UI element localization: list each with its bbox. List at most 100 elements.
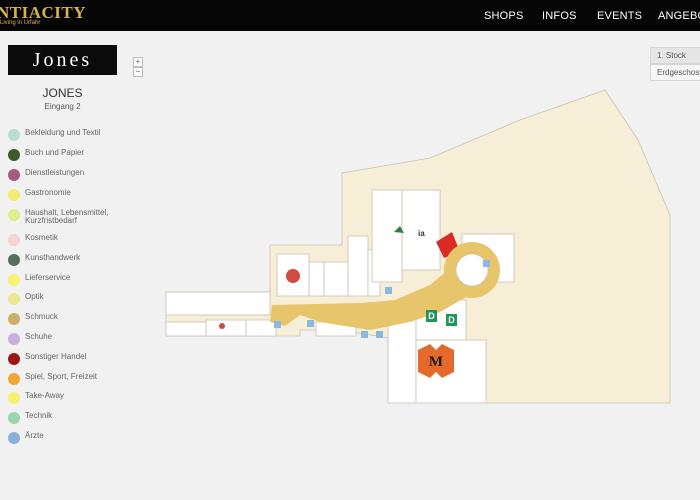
nav-angebote[interactable]: ANGEBOTE xyxy=(658,10,700,22)
mall-logo[interactable]: NTIACITY Living in Urfahr xyxy=(0,2,86,30)
legend-label: Bekleidung und Textil xyxy=(25,128,101,137)
legend-label: Ärzte xyxy=(25,431,44,440)
shop-unit[interactable] xyxy=(387,309,417,404)
store-d-label: D xyxy=(448,315,455,325)
floor-plan-map[interactable]: D D M ia xyxy=(0,0,700,500)
zoom-out-button[interactable]: − xyxy=(133,67,143,77)
shop-unit[interactable] xyxy=(205,319,247,337)
legend-item[interactable]: Gastronomie xyxy=(8,188,123,202)
shop-unit[interactable] xyxy=(315,321,357,337)
legend-label: Kosmetik xyxy=(25,233,58,242)
legend-label: Spiel, Sport, Freizeit xyxy=(25,372,98,381)
shop-unit[interactable] xyxy=(415,339,487,404)
shop-logo-icon xyxy=(394,226,404,233)
legend-swatch xyxy=(8,169,20,181)
store-d-label: D xyxy=(428,311,435,321)
legend-swatch xyxy=(8,254,20,266)
legend-swatch xyxy=(8,353,20,365)
shop-unit[interactable] xyxy=(165,321,207,337)
legend-swatch xyxy=(8,432,20,444)
legend-item[interactable]: Buch und Papier xyxy=(8,148,123,162)
legend-swatch xyxy=(8,373,20,385)
legend-item[interactable]: Technik xyxy=(8,411,123,425)
highlighted-shop-jones[interactable] xyxy=(436,232,460,258)
top-nav-bar: NTIACITY Living in Urfahr SHOPS INFOS EV… xyxy=(0,0,700,31)
info-icon[interactable] xyxy=(385,287,392,294)
legend-item[interactable]: Spiel, Sport, Freizeit xyxy=(8,372,123,386)
legend-item[interactable]: Kunsthandwerk xyxy=(8,253,123,267)
shop-name-label: ia xyxy=(418,229,425,238)
legend-swatch xyxy=(8,209,20,221)
shop-unit[interactable] xyxy=(308,261,325,297)
legend-item[interactable]: Optik xyxy=(8,292,123,306)
shop-unit[interactable] xyxy=(371,189,403,283)
legend-swatch xyxy=(8,274,20,286)
legend-label: Schuhe xyxy=(25,332,53,341)
shop-entrance: Eingang 2 xyxy=(44,102,81,111)
shop-logo-text: Jones xyxy=(32,48,93,71)
nav-shops[interactable]: SHOPS xyxy=(484,10,524,22)
legend-item[interactable]: Sonstiger Handel xyxy=(8,352,123,366)
legend-label: Technik xyxy=(25,411,53,420)
floor-button-ground[interactable]: Erdgeschoss xyxy=(650,64,700,81)
shop-unit[interactable] xyxy=(347,235,369,297)
legend-swatch xyxy=(8,392,20,404)
legend-item[interactable]: Dienstleistungen xyxy=(8,168,123,182)
shop-logo: Jones xyxy=(8,45,117,75)
info-icon[interactable] xyxy=(274,321,281,328)
legend-label: Take-Away xyxy=(25,391,64,400)
legend-label: Sonstiger Handel xyxy=(25,352,87,361)
legend-swatch xyxy=(8,234,20,246)
shop-unit[interactable] xyxy=(276,253,310,297)
legend-label: Haushalt, Lebensmittel, Kurzfristbedarf xyxy=(25,208,109,225)
legend-label: Lieferservice xyxy=(25,273,71,282)
walkway-rotunda xyxy=(444,242,500,298)
walkway xyxy=(270,270,468,330)
legend-label: Kunsthandwerk xyxy=(25,253,81,262)
legend-label: Gastronomie xyxy=(25,188,71,197)
shop-unit[interactable] xyxy=(245,319,277,337)
info-icon[interactable] xyxy=(376,331,383,338)
legend-label: Schmuck xyxy=(25,312,58,321)
legend-item[interactable]: Ärzte xyxy=(8,431,123,445)
legend-swatch xyxy=(8,129,20,141)
shop-unit[interactable] xyxy=(401,189,441,271)
shop-unit[interactable] xyxy=(461,233,515,283)
legend-item[interactable]: Haushalt, Lebensmittel, Kurzfristbedarf xyxy=(8,208,123,230)
store-m-label: M xyxy=(429,354,443,370)
legend-swatch xyxy=(8,412,20,424)
legend-item[interactable]: Bekleidung und Textil xyxy=(8,128,123,142)
info-icon[interactable] xyxy=(483,260,490,267)
nav-events[interactable]: EVENTS xyxy=(597,10,642,22)
shop-logo-icon xyxy=(286,269,300,283)
shop-unit[interactable] xyxy=(415,299,467,341)
shop-unit[interactable] xyxy=(323,261,349,297)
legend-swatch xyxy=(8,149,20,161)
shop-logo-icon xyxy=(219,323,225,329)
legend-item[interactable]: Take-Away xyxy=(8,391,123,405)
legend-swatch xyxy=(8,293,20,305)
store-d-marker[interactable] xyxy=(426,310,437,322)
legend-swatch xyxy=(8,333,20,345)
legend-swatch xyxy=(8,189,20,201)
legend-item[interactable]: Kosmetik xyxy=(8,233,123,247)
floor-button-1st[interactable]: 1. Stock xyxy=(650,47,700,64)
legend-item[interactable]: Schmuck xyxy=(8,312,123,326)
info-icon[interactable] xyxy=(361,331,368,338)
zoom-in-button[interactable]: + xyxy=(133,57,143,67)
shop-name: JONES xyxy=(42,86,83,100)
nav-infos[interactable]: INFOS xyxy=(542,10,577,22)
legend-label: Dienstleistungen xyxy=(25,168,85,177)
central-island xyxy=(455,253,489,287)
legend-label: Optik xyxy=(25,292,44,301)
legend-item[interactable]: Schuhe xyxy=(8,332,123,346)
shop-unit[interactable] xyxy=(367,249,381,297)
store-d-marker[interactable] xyxy=(446,314,457,326)
info-icon[interactable] xyxy=(307,320,314,327)
mall-logo-tagline: Living in Urfahr xyxy=(0,20,41,26)
shop-unit[interactable] xyxy=(165,291,271,316)
mpreis-logo-icon[interactable] xyxy=(418,344,454,378)
legend-label: Buch und Papier xyxy=(25,148,85,157)
legend-item[interactable]: Lieferservice xyxy=(8,273,123,287)
mall-floor-area xyxy=(165,89,671,404)
